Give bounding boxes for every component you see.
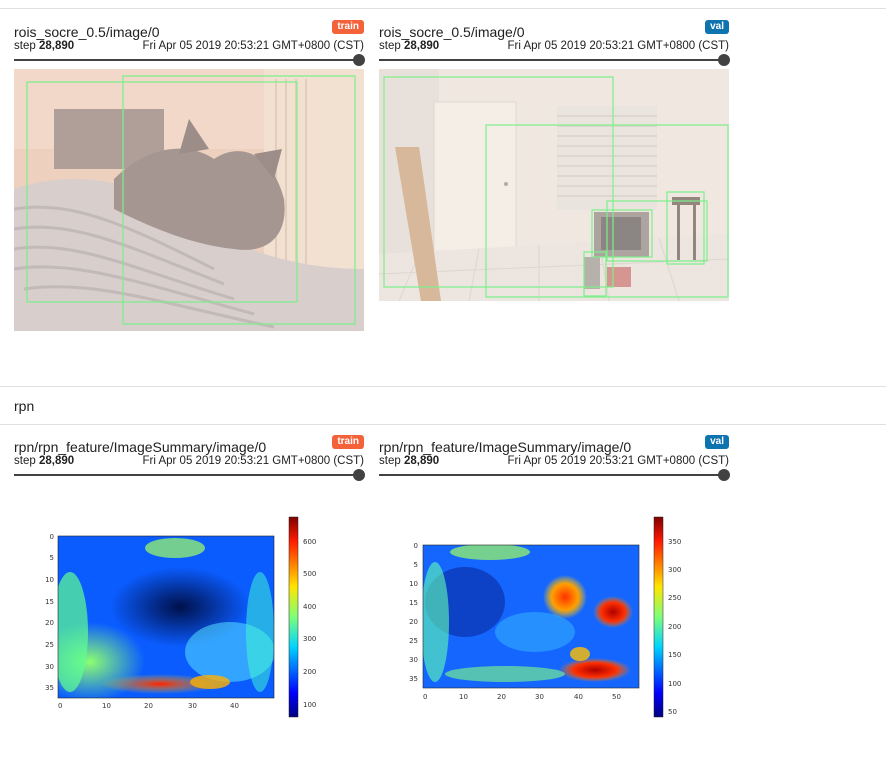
colorbar-tick: 500 [303,570,316,578]
x-tick: 20 [497,693,506,701]
y-tick: 10 [45,576,54,584]
y-tick: 30 [409,656,418,664]
card-title: rpn/rpn_feature/ImageSummary/image/0 [379,439,632,455]
section-title[interactable]: rpn [14,398,34,414]
y-tick: 15 [45,598,54,606]
colorbar-tick: 100 [303,701,316,709]
step-slider[interactable] [379,469,730,481]
colorbar-tick: 300 [668,566,681,574]
colorbar-tick: 400 [303,603,316,611]
colorbar-tick: 150 [668,651,681,659]
y-tick: 10 [409,580,418,588]
x-tick: 50 [612,693,621,701]
colorbar-tick: 100 [668,680,681,688]
step-label: step 28,890 [379,455,440,467]
slider-knob[interactable] [718,469,730,481]
train-badge: train [332,20,364,34]
slider-track[interactable] [14,59,360,61]
colorbar-tick: 200 [668,623,681,631]
y-tick: 35 [409,675,418,683]
colorbar-tick: 50 [668,708,677,716]
card-title: rois_socre_0.5/image/0 [379,24,525,40]
step-label: step 28,890 [379,40,440,52]
x-tick: 30 [535,693,544,701]
y-tick: 35 [45,684,54,692]
colorbar-tick: 350 [668,538,681,546]
step-slider[interactable] [14,54,365,66]
y-tick: 0 [50,533,54,541]
slider-knob[interactable] [718,54,730,66]
x-tick: 10 [102,702,111,710]
train-badge: train [332,435,364,449]
timestamp: Fri Apr 05 2019 20:53:21 GMT+0800 (CST) [507,455,730,467]
val-badge: val [705,435,729,449]
rpn-feature-heatmap-val: 0 10 20 30 40 50 0 5 10 15 20 25 30 35 5… [409,516,681,718]
step-slider[interactable] [379,54,730,66]
y-axis-ticks: 0 5 10 15 20 25 30 35 [45,533,54,692]
colorbar-tick: 200 [303,668,316,676]
y-tick: 20 [45,619,54,627]
timestamp: Fri Apr 05 2019 20:53:21 GMT+0800 (CST) [142,40,365,52]
colorbar-tick: 250 [668,594,681,602]
x-tick: 40 [574,693,583,701]
colorbar-tick: 600 [303,538,316,546]
slider-knob[interactable] [353,469,365,481]
x-tick: 30 [188,702,197,710]
slider-track[interactable] [379,59,725,61]
card-title: rois_socre_0.5/image/0 [14,24,160,40]
x-tick: 10 [459,693,468,701]
x-axis-ticks: 0 10 20 30 40 [58,702,239,710]
x-axis-ticks: 0 10 20 30 40 50 [423,693,621,701]
cat-image [14,69,364,331]
y-axis-ticks: 0 5 10 15 20 25 30 35 [409,542,418,683]
x-tick: 20 [144,702,153,710]
room-image [379,69,729,301]
x-tick: 40 [230,702,239,710]
step-slider[interactable] [14,469,365,481]
y-tick: 20 [409,618,418,626]
top-divider [0,8,886,9]
timestamp: Fri Apr 05 2019 20:53:21 GMT+0800 (CST) [507,40,730,52]
slider-track[interactable] [14,474,360,476]
y-tick: 5 [50,554,54,562]
colorbar-tick: 300 [303,635,316,643]
y-tick: 5 [414,561,418,569]
timestamp: Fri Apr 05 2019 20:53:21 GMT+0800 (CST) [142,455,365,467]
step-label: step 28,890 [14,40,75,52]
y-tick: 25 [45,641,54,649]
y-tick: 0 [414,542,418,550]
val-badge: val [705,20,729,34]
y-tick: 15 [409,599,418,607]
card-title: rpn/rpn_feature/ImageSummary/image/0 [14,439,267,455]
x-tick: 0 [423,693,427,701]
section-divider-bottom [0,424,886,425]
slider-track[interactable] [379,474,725,476]
section-divider-top [0,386,886,387]
slider-knob[interactable] [353,54,365,66]
y-tick: 30 [45,663,54,671]
x-tick: 0 [58,702,62,710]
y-tick: 25 [409,637,418,645]
colorbar-ticks: 100 200 300 400 500 600 [303,538,316,709]
step-label: step 28,890 [14,455,75,467]
colorbar-ticks: 50 100 150 200 250 300 350 [668,538,681,716]
rpn-feature-heatmap-train: 0 10 20 30 40 0 5 10 15 20 25 30 35 100 … [45,516,316,718]
